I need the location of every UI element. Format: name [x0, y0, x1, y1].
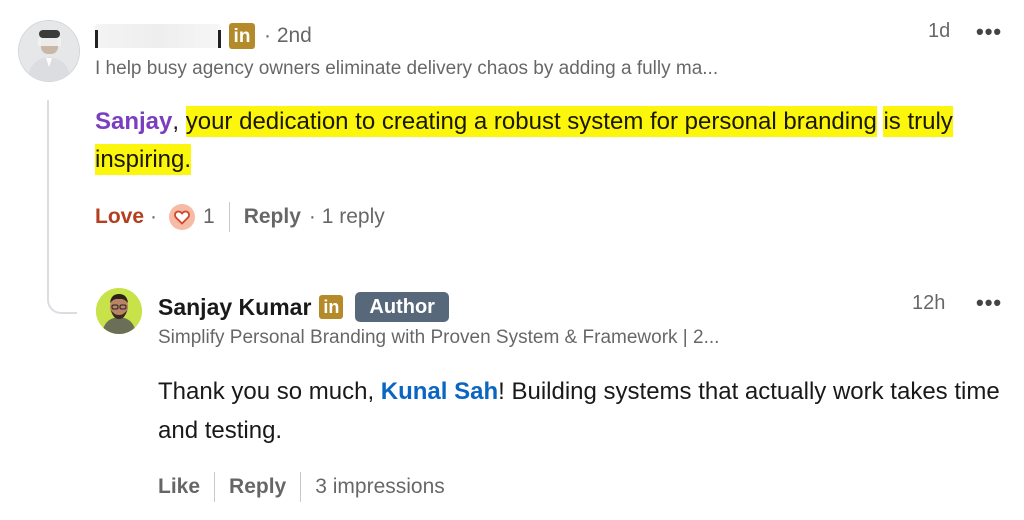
divider	[214, 472, 216, 502]
reply-author-row: Sanjay Kumar in Author	[158, 291, 449, 323]
heart-icon[interactable]	[169, 204, 196, 230]
connection-degree: · 2nd	[264, 24, 312, 47]
thread-connector-line	[47, 100, 77, 314]
reply-author-headline: Simplify Personal Branding with Proven S…	[158, 327, 720, 348]
impressions-count: 3 impressions	[315, 475, 445, 498]
comment-actions: Love · 1 Reply · 1 reply	[95, 200, 385, 234]
commenter-name-redacted[interactable]	[95, 24, 221, 48]
mention-link[interactable]: Kunal Sah	[381, 378, 498, 405]
reply-button[interactable]: Reply	[229, 475, 286, 499]
comment-body: Sanjay, your dedication to creating a ro…	[95, 103, 1010, 179]
reply-text: Thank you so much,	[158, 378, 381, 405]
avatar-photo-icon	[96, 288, 142, 334]
reply-author-name[interactable]: Sanjay Kumar	[158, 294, 311, 321]
comment-punctuation: ,	[172, 108, 180, 135]
highlighted-text: your dedication to creating a robust sys…	[185, 106, 877, 137]
linkedin-icon: in	[319, 295, 344, 319]
reply-button[interactable]: Reply	[244, 205, 301, 229]
comment-timestamp: 1d	[928, 20, 951, 42]
reply-actions: Like Reply 3 impressions	[158, 470, 445, 504]
divider	[228, 202, 230, 232]
more-options-icon[interactable]: •••	[976, 290, 1002, 316]
reply-body: Thank you so much, Kunal Sah! Building s…	[158, 372, 1008, 450]
linkedin-icon: in	[229, 23, 255, 49]
mention-link[interactable]: Sanjay	[95, 108, 172, 135]
avatar-photo-icon	[19, 21, 79, 81]
separator-dot: ·	[150, 205, 158, 228]
reaction-count[interactable]: 1	[203, 205, 215, 229]
commenter-headline: I help busy agency owners eliminate deli…	[95, 58, 719, 79]
like-button[interactable]: Like	[158, 475, 200, 499]
reply-timestamp: 12h	[912, 292, 946, 314]
more-options-icon[interactable]: •••	[976, 19, 1002, 45]
replies-count[interactable]: · 1 reply	[309, 205, 385, 229]
love-reaction-button[interactable]: Love	[95, 205, 144, 229]
reply-author-avatar[interactable]	[96, 288, 142, 334]
commenter-name-row: in · 2nd	[95, 20, 312, 52]
author-badge: Author	[355, 292, 449, 322]
commenter-avatar[interactable]	[18, 20, 80, 82]
divider	[300, 472, 302, 502]
